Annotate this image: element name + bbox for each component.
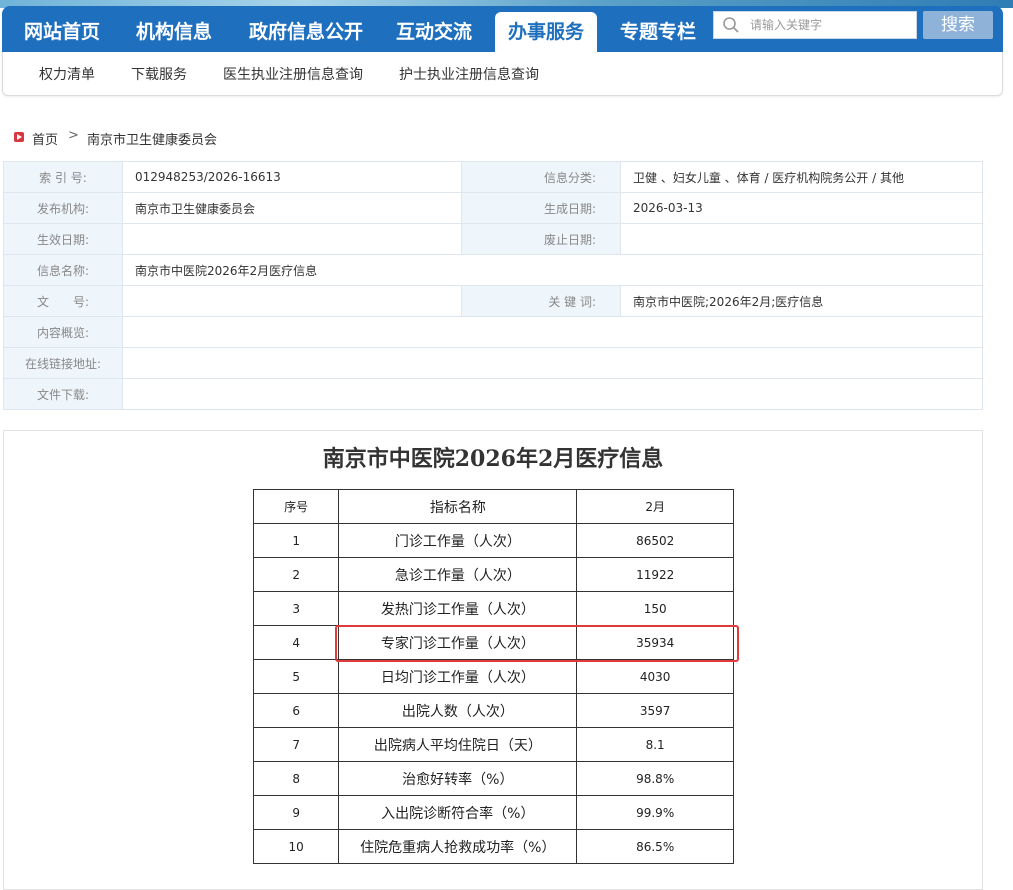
row-value: 8.1 [576, 727, 734, 762]
row-metric: 急诊工作量（人次） [338, 557, 578, 592]
row-metric: 日均门诊工作量（人次） [338, 659, 578, 694]
meta-value-effective [122, 223, 462, 255]
row-value: 86.5% [576, 829, 734, 864]
meta-value-publisher: 南京市卫生健康委员会 [122, 192, 462, 224]
breadcrumb-home[interactable]: 首页 [32, 129, 58, 148]
row-value: 98.8% [576, 761, 734, 796]
row-index: 5 [252, 659, 340, 694]
home-icon [14, 132, 24, 142]
nav-gov-info[interactable]: 政府信息公开 [238, 12, 374, 52]
row-metric: 门诊工作量（人次） [338, 523, 578, 558]
highlight-box [335, 625, 739, 662]
info-meta-table: 索 引 号: 012948253/2026-16613 信息分类: 卫健 、妇女… [3, 161, 983, 410]
nav-topics[interactable]: 专题专栏 [612, 12, 704, 52]
row-value: 11922 [576, 557, 734, 592]
meta-value-summary [122, 316, 983, 348]
meta-label-link: 在线链接地址: [3, 347, 123, 379]
subnav-download[interactable]: 下载服务 [131, 64, 187, 84]
nav-home[interactable]: 网站首页 [16, 12, 108, 52]
row-metric: 出院人数（人次） [338, 693, 578, 728]
meta-value-category: 卫健 、妇女儿童 、体育 / 医疗机构院务公开 / 其他 [620, 161, 983, 193]
meta-value-docno [122, 285, 462, 317]
row-value: 4030 [576, 659, 734, 694]
meta-value-keywords: 南京市中医院;2026年2月;医疗信息 [620, 285, 983, 317]
row-index: 2 [252, 557, 340, 592]
article-title: 南京市中医院2026年2月医疗信息 [322, 446, 664, 472]
row-metric: 住院危重病人抢救成功率（%） [338, 829, 578, 864]
meta-value-download[interactable] [122, 378, 983, 410]
table-row: 8 治愈好转率（%） 98.8% [252, 761, 734, 796]
search-box [713, 11, 917, 39]
nav-institution[interactable]: 机构信息 [128, 12, 220, 52]
row-value: 150 [576, 591, 734, 626]
nav-interaction[interactable]: 互动交流 [388, 12, 480, 52]
table-row: 3 发热门诊工作量（人次） 150 [252, 591, 734, 626]
meta-label-docno: 文 号: [3, 285, 123, 317]
row-value: 99.9% [576, 795, 734, 830]
sub-nav: 权力清单 下载服务 医生执业注册信息查询 护士执业注册信息查询 [2, 52, 1003, 96]
meta-value-name: 南京市中医院2026年2月医疗信息 [122, 254, 983, 286]
row-index: 9 [252, 795, 340, 830]
subnav-power-list[interactable]: 权力清单 [39, 64, 95, 84]
header-index: 序号 [252, 489, 340, 524]
meta-label-effective: 生效日期: [3, 223, 123, 255]
row-index: 6 [252, 693, 340, 728]
row-index: 4 [252, 625, 340, 660]
medical-data-table: 序号 指标名称 2月 1 门诊工作量（人次） 86502 2 急诊工作量（人次） 119… [252, 489, 734, 864]
table-header-row: 序号 指标名称 2月 [252, 489, 734, 524]
header-month: 2月 [576, 489, 734, 524]
table-row: 2 急诊工作量（人次） 11922 [252, 557, 734, 592]
row-index: 10 [252, 829, 340, 864]
row-metric: 出院病人平均住院日（天） [338, 727, 578, 762]
meta-value-generated: 2026-03-13 [620, 192, 983, 224]
row-index: 1 [252, 523, 340, 558]
article-content: 南京市中医院2026年2月医疗信息 序号 指标名称 2月 1 门诊工作量（人次） 8… [3, 430, 983, 890]
meta-label-download: 文件下载: [3, 378, 123, 410]
nav-services[interactable]: 办事服务 [495, 12, 597, 52]
meta-value-expire [620, 223, 983, 255]
search-input[interactable] [750, 12, 910, 38]
meta-label-keywords: 关 键 词: [461, 285, 621, 317]
meta-label-category: 信息分类: [461, 161, 621, 193]
meta-label-name: 信息名称: [3, 254, 123, 286]
table-row: 10 住院危重病人抢救成功率（%） 86.5% [252, 829, 734, 864]
table-row: 9 入出院诊断符合率（%） 99.9% [252, 795, 734, 830]
row-metric: 入出院诊断符合率（%） [338, 795, 578, 830]
row-index: 8 [252, 761, 340, 796]
row-index: 3 [252, 591, 340, 626]
row-index: 7 [252, 727, 340, 762]
row-metric: 发热门诊工作量（人次） [338, 591, 578, 626]
meta-label-generated: 生成日期: [461, 192, 621, 224]
header-metric: 指标名称 [338, 489, 578, 524]
subnav-nurse-query[interactable]: 护士执业注册信息查询 [399, 64, 539, 84]
row-value: 86502 [576, 523, 734, 558]
meta-value-index: 012948253/2026-16613 [122, 161, 462, 193]
row-value: 3597 [576, 693, 734, 728]
meta-value-link[interactable] [122, 347, 983, 379]
breadcrumb-separator: > [68, 128, 79, 143]
table-row: 5 日均门诊工作量（人次） 4030 [252, 659, 734, 694]
breadcrumb-current[interactable]: 南京市卫生健康委员会 [87, 129, 217, 148]
table-row: 7 出院病人平均住院日（天） 8.1 [252, 727, 734, 762]
subnav-doctor-query[interactable]: 医生执业注册信息查询 [223, 64, 363, 84]
table-row: 1 门诊工作量（人次） 86502 [252, 523, 734, 558]
row-metric: 治愈好转率（%） [338, 761, 578, 796]
meta-label-index: 索 引 号: [3, 161, 123, 193]
meta-label-publisher: 发布机构: [3, 192, 123, 224]
search-button[interactable]: 搜索 [923, 11, 993, 39]
meta-label-summary: 内容概览: [3, 316, 123, 348]
meta-label-expire: 废止日期: [461, 223, 621, 255]
search-icon [723, 17, 739, 33]
table-row: 6 出院人数（人次） 3597 [252, 693, 734, 728]
